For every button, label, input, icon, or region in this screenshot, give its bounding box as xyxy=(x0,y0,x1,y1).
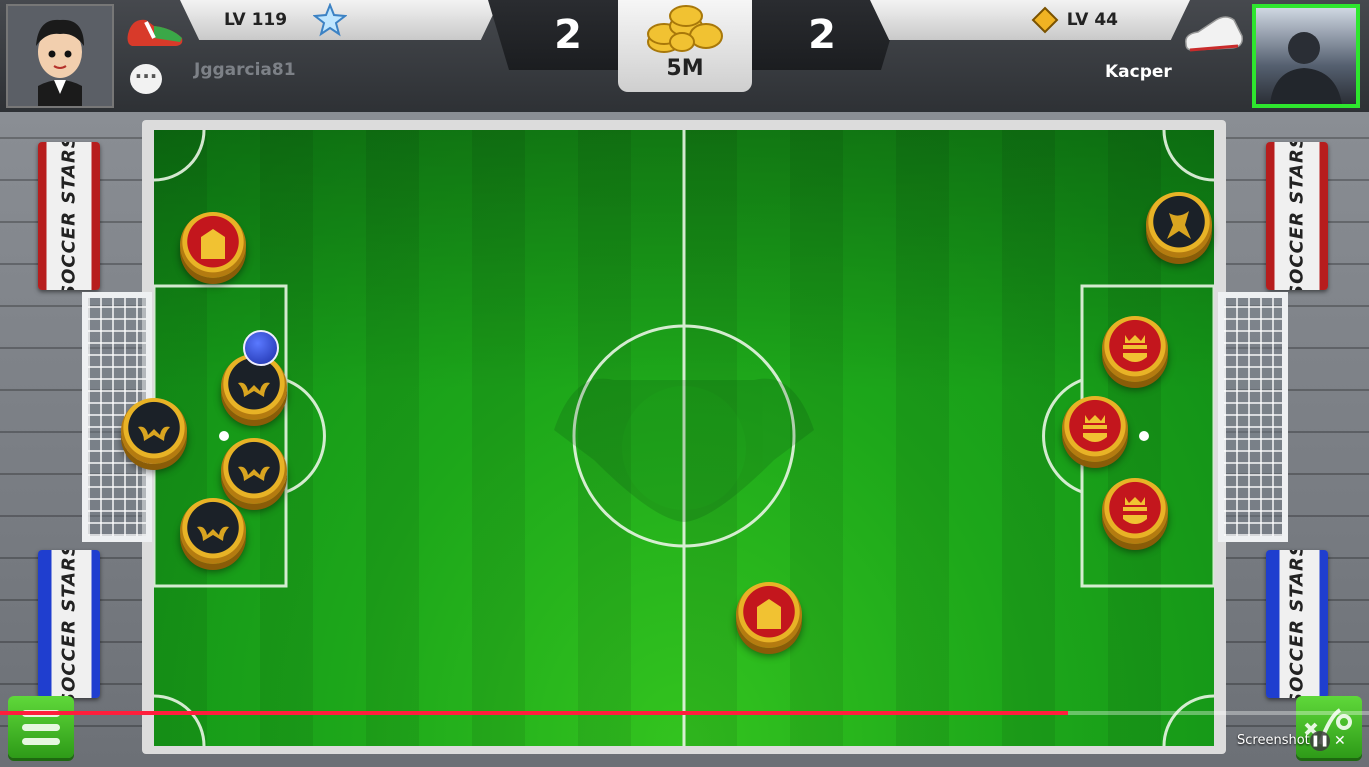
chat-bubble-icon[interactable]: ··· xyxy=(130,64,162,94)
bat-emblem-icon xyxy=(197,526,229,541)
match-header: ··· LV 119 Jggarcia81 2 5M 2 LV 44 Kacpe… xyxy=(0,0,1369,112)
crown-shield-icon xyxy=(1123,497,1147,524)
diamond-rank-icon xyxy=(1031,6,1059,34)
left-level-label: LV 119 xyxy=(224,10,288,30)
gold-coins-icon xyxy=(647,5,723,53)
center-logo-icon xyxy=(554,378,814,522)
person-photo-icon xyxy=(1270,32,1342,104)
bat-emblem-icon xyxy=(238,466,270,481)
menu-button[interactable] xyxy=(8,696,74,758)
bat-emblem-icon xyxy=(138,426,170,441)
screenshot-label: Screenshot xyxy=(1237,733,1310,748)
banner-text: SOCCER STARS xyxy=(1286,142,1308,290)
white-boot-icon xyxy=(1185,16,1243,52)
star-icon xyxy=(313,3,348,37)
tactics-button[interactable] xyxy=(1296,696,1362,758)
right-level-label: LV 44 xyxy=(1066,10,1118,30)
bat-emblem-icon xyxy=(238,382,270,397)
red-team-disc[interactable] xyxy=(180,212,246,278)
red-team-disc[interactable] xyxy=(1102,316,1168,382)
left-score: 2 xyxy=(488,0,638,70)
banner-text: SOCCER STARS xyxy=(58,142,80,290)
left-score-value: 2 xyxy=(554,12,582,58)
soccer-field[interactable] xyxy=(154,130,1214,746)
crown-shield-icon xyxy=(1123,335,1147,362)
red-team-disc[interactable] xyxy=(1102,478,1168,544)
left-player-name: Jggarcia81 xyxy=(194,60,296,80)
banner-text: SOCCER STARS xyxy=(1286,550,1308,698)
left-level-plate: LV 119 xyxy=(180,0,500,40)
bat-emblem-icon xyxy=(1167,211,1191,239)
video-progress-bar[interactable] xyxy=(0,711,1369,715)
red-team-disc[interactable] xyxy=(1062,396,1128,462)
cartoon-avatar-icon xyxy=(8,6,112,106)
left-player-avatar[interactable] xyxy=(6,4,114,108)
pause-icon[interactable]: ❚❚ xyxy=(1310,731,1330,751)
black-team-disc[interactable] xyxy=(180,498,246,564)
black-team-disc[interactable] xyxy=(121,398,187,464)
tactics-board-icon xyxy=(1304,708,1352,745)
shield-emblem-icon xyxy=(201,229,225,259)
right-player-name: Kacper xyxy=(1105,62,1172,82)
coin-pot: 5M xyxy=(618,0,752,92)
right-blue-banner: SOCCER STARS xyxy=(1266,550,1328,698)
left-blue-banner: SOCCER STARS xyxy=(38,550,100,698)
left-red-banner: SOCCER STARS xyxy=(38,142,100,290)
menu-line xyxy=(22,724,60,731)
black-team-disc[interactable] xyxy=(221,438,287,504)
red-team-disc[interactable] xyxy=(736,582,802,648)
right-player-avatar[interactable] xyxy=(1252,4,1360,108)
menu-line xyxy=(22,738,60,745)
right-level-plate: LV 44 xyxy=(870,0,1190,40)
banner-text: SOCCER STARS xyxy=(58,550,80,698)
right-red-banner: SOCCER STARS xyxy=(1266,142,1328,290)
crown-shield-icon xyxy=(1083,415,1107,442)
close-icon[interactable]: ✕ xyxy=(1334,733,1346,749)
shield-emblem-icon xyxy=(757,599,781,629)
black-team-disc[interactable] xyxy=(1146,192,1212,258)
right-score-value: 2 xyxy=(808,12,836,58)
video-progress-fill xyxy=(0,711,1068,715)
pot-amount: 5M xyxy=(666,56,704,81)
soccer-boot-icon xyxy=(127,19,183,46)
soccer-ball[interactable] xyxy=(243,330,279,366)
field-markings xyxy=(154,130,1214,746)
right-goal xyxy=(1218,292,1288,542)
